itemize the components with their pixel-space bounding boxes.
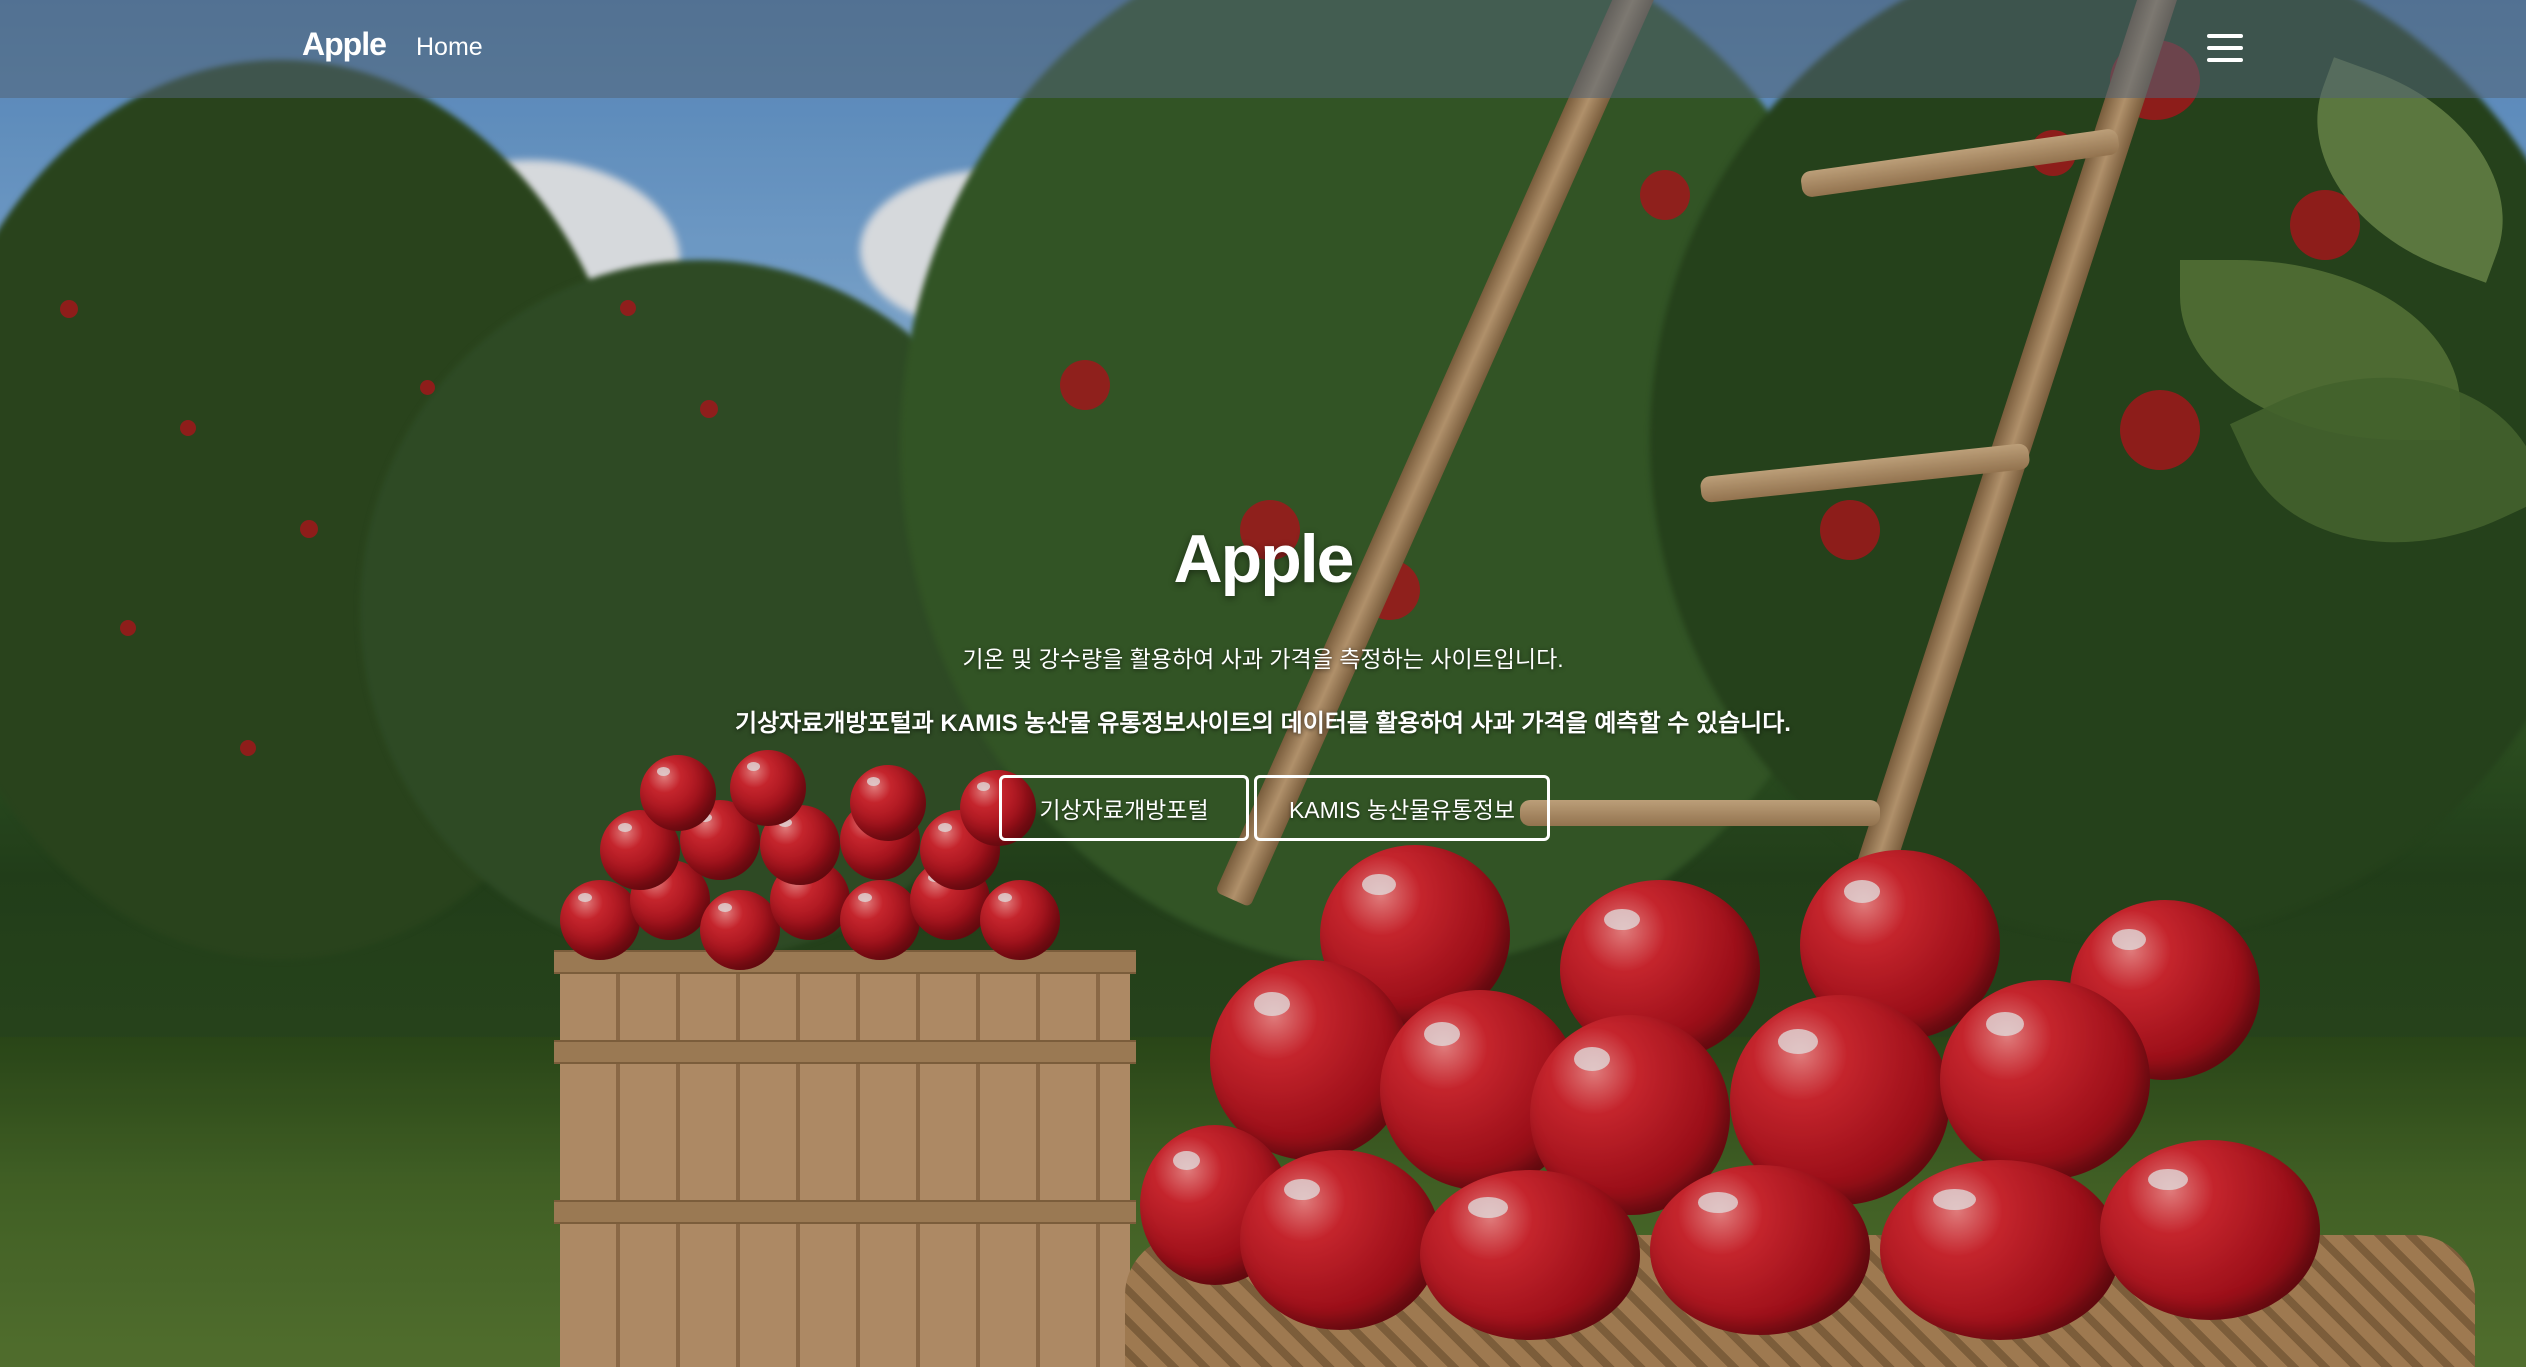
kma-data-portal-button[interactable]: 기상자료개방포털: [999, 775, 1249, 841]
hero-background-image: [0, 0, 2526, 1367]
kamis-price-info-button[interactable]: KAMIS 농산물유통정보: [1254, 775, 1550, 841]
hamburger-menu-icon[interactable]: [2207, 30, 2243, 66]
hero-description-1: 기온 및 강수량을 활용하여 사과 가격을 측정하는 사이트입니다.: [962, 646, 1564, 672]
top-navbar: Apple Home: [0, 0, 2526, 98]
nav-link-home[interactable]: Home: [416, 33, 483, 62]
brand-logo[interactable]: Apple: [302, 26, 387, 63]
hero-title: Apple: [1173, 521, 1355, 597]
hero-description-2: 기상자료개방포털과 KAMIS 농산물 유통정보사이트의 데이터를 활용하여 사…: [735, 710, 1791, 737]
